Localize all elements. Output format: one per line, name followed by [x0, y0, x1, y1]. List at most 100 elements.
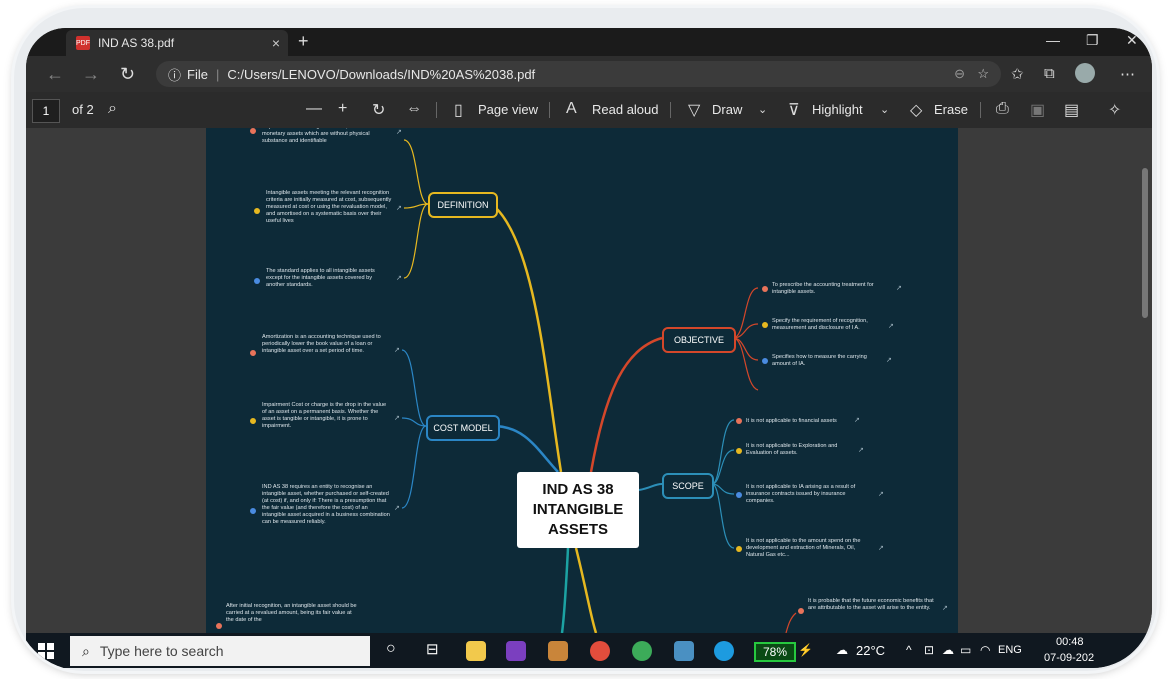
toolbar-divider	[670, 102, 671, 118]
taskbar-search-input[interactable]: ⌕ Type here to search	[70, 636, 370, 666]
cortana-icon[interactable]: ○	[386, 640, 396, 658]
onenote-icon[interactable]	[506, 641, 526, 661]
zoom-icon[interactable]: ⊖	[954, 66, 965, 82]
tab-pdf[interactable]: PDF IND AS 38.pdf ×	[66, 30, 288, 56]
wifi-icon[interactable]: ◠	[980, 643, 990, 657]
pdf-page: DEFINITION COST MODEL OBJECTIVE SCOPE IN…	[206, 128, 958, 633]
chevron-up-icon[interactable]: ^	[906, 643, 912, 657]
search-icon[interactable]: ⌕	[108, 100, 117, 118]
leaf-marker	[254, 278, 260, 284]
leaf-marker	[250, 508, 256, 514]
pdf-viewport[interactable]: DEFINITION COST MODEL OBJECTIVE SCOPE IN…	[26, 128, 1152, 633]
page-number-input[interactable]: 1	[32, 99, 60, 123]
save-icon[interactable]: ▣	[1030, 100, 1045, 120]
clock-time[interactable]: 00:48	[1056, 636, 1084, 648]
link-icon[interactable]: ↗	[394, 504, 400, 512]
objective-leaf: To prescribe the accounting treatment fo…	[772, 282, 874, 295]
leaf-marker	[736, 546, 742, 552]
refresh-icon[interactable]: ↻	[120, 64, 135, 85]
app-icon[interactable]	[674, 641, 694, 661]
link-icon[interactable]: ↗	[854, 416, 860, 424]
link-icon[interactable]: ↗	[886, 356, 892, 364]
collections-icon[interactable]: ⧉	[1044, 65, 1055, 82]
network-icon[interactable]: ▭	[960, 643, 971, 657]
draw-button[interactable]: Draw	[712, 102, 742, 117]
definition-leaf: Intangible assets meeting the relevant r…	[266, 190, 392, 224]
leaf-marker	[736, 418, 742, 424]
paint-icon[interactable]	[548, 641, 568, 661]
link-icon[interactable]: ↗	[394, 414, 400, 422]
forward-icon[interactable]: →	[82, 64, 100, 85]
link-icon[interactable]: ↗	[396, 128, 402, 136]
link-icon[interactable]: ↗	[878, 544, 884, 552]
zoom-in-icon[interactable]: +	[338, 100, 347, 118]
tab-close-button[interactable]: ×	[272, 35, 280, 51]
maximize-button[interactable]: ❐	[1086, 32, 1099, 49]
close-window-button[interactable]: ✕	[1126, 32, 1138, 49]
pin-icon[interactable]: ✧	[1108, 100, 1121, 120]
address-field[interactable]: ⓘ File | C:/Users/LENOVO/Downloads/IND%2…	[156, 61, 1001, 87]
read-aloud-button[interactable]: Read aloud	[592, 102, 659, 117]
fit-width-icon[interactable]: ⇔	[406, 100, 422, 118]
page-view-button[interactable]: Page view	[478, 102, 538, 117]
back-icon[interactable]: ←	[46, 64, 64, 85]
minimize-button[interactable]: —	[1046, 32, 1060, 48]
task-view-icon[interactable]: ⊟	[426, 640, 439, 658]
battery-indicator[interactable]: 78%	[754, 642, 796, 662]
central-topic: IND AS 38 INTANGIBLE ASSETS	[517, 472, 639, 548]
scope-leaf: It is not applicable to the amount spend…	[746, 538, 861, 558]
highlight-button[interactable]: Highlight	[812, 102, 863, 117]
scrollbar-thumb[interactable]	[1142, 168, 1148, 318]
link-icon[interactable]: ↗	[942, 604, 948, 612]
file-explorer-icon[interactable]	[466, 641, 486, 661]
chrome-icon[interactable]	[590, 641, 610, 661]
link-icon[interactable]: ↗	[878, 490, 884, 498]
vertical-scrollbar[interactable]	[1142, 128, 1148, 633]
print-icon[interactable]: ⎙	[996, 100, 1009, 118]
new-tab-button[interactable]: +	[298, 31, 309, 52]
favorites-icon[interactable]: ✩	[1011, 65, 1024, 83]
temperature[interactable]: 22°C	[856, 643, 885, 658]
leaf-marker	[250, 418, 256, 424]
erase-button[interactable]: Erase	[934, 102, 968, 117]
clock-date[interactable]: 07-09-202	[1044, 652, 1094, 664]
tray-icon[interactable]: ⊡	[924, 643, 934, 657]
windows-start-icon[interactable]	[38, 643, 54, 659]
erase-icon: ◇	[910, 102, 923, 119]
central-topic-line: ASSETS	[547, 521, 608, 538]
taskbar: ⌕ Type here to search ○ ⊟ 78% ⚡ ☁ 22°C ^…	[26, 633, 1152, 668]
save-as-icon[interactable]: ▤	[1064, 100, 1079, 120]
address-prefix: File	[187, 66, 208, 82]
objective-leaf: Specify the requirement of recognition, …	[772, 318, 868, 331]
cost-model-leaf: Impairment Cost or charge is the drop in…	[262, 402, 387, 429]
info-icon: ⓘ	[168, 67, 182, 83]
address-separator: |	[215, 66, 220, 82]
chevron-down-icon[interactable]: ⌄	[758, 103, 767, 116]
more-menu-icon[interactable]: ⋯	[1120, 65, 1135, 83]
weather-icon[interactable]: ☁	[836, 643, 848, 657]
chevron-down-icon[interactable]: ⌄	[880, 103, 889, 116]
definition-leaf: requirements for intangible assets, whic…	[262, 128, 386, 144]
cost-model-leaf: IND AS 38 requires an entity to recognis…	[262, 484, 390, 525]
chrome-icon[interactable]	[632, 641, 652, 661]
link-icon[interactable]: ↗	[888, 322, 894, 330]
link-icon[interactable]: ↗	[896, 284, 902, 292]
link-icon[interactable]: ↗	[396, 274, 402, 282]
edge-icon[interactable]	[714, 641, 734, 661]
favorite-star-icon[interactable]: ☆	[977, 66, 989, 82]
branch-definition: DEFINITION	[428, 192, 498, 218]
link-icon[interactable]: ↗	[396, 204, 402, 212]
profile-avatar[interactable]	[1075, 63, 1095, 83]
pdf-toolbar: 1 of 2 ⌕ — + ↻ ⇔ ▯ Page view A Read alou…	[26, 92, 1152, 129]
rotate-icon[interactable]: ↻	[372, 100, 385, 120]
page-total: of 2	[72, 102, 94, 117]
zoom-out-icon[interactable]: —	[306, 100, 322, 118]
language-indicator[interactable]: ENG	[998, 644, 1022, 656]
central-topic-line: INTANGIBLE	[532, 501, 624, 518]
link-icon[interactable]: ↗	[858, 446, 864, 454]
onedrive-icon[interactable]: ☁	[942, 643, 954, 657]
leaf-marker	[250, 128, 256, 134]
definition-leaf: The standard applies to all intangible a…	[266, 268, 375, 288]
link-icon[interactable]: ↗	[394, 346, 400, 354]
screen: PDF IND AS 38.pdf × + — ❐ ✕ ← → ↻ ⓘ File…	[26, 28, 1152, 668]
